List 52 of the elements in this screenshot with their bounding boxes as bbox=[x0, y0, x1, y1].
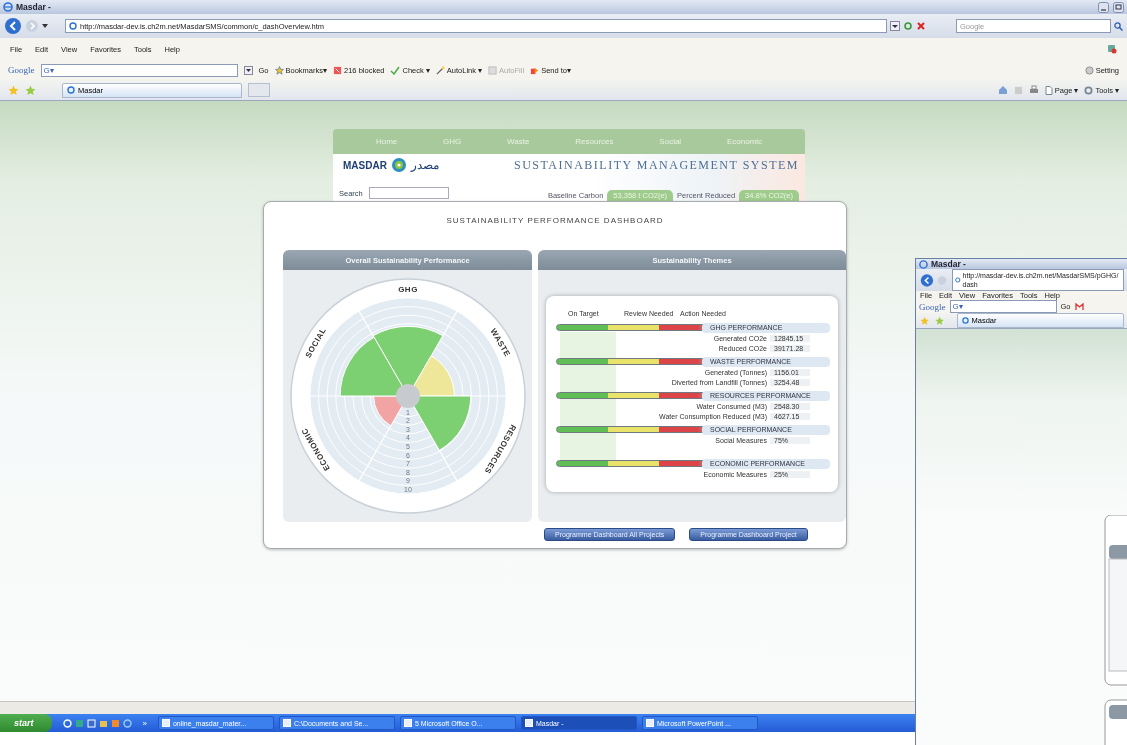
browser-icon bbox=[961, 317, 969, 324]
star-icon bbox=[274, 65, 284, 75]
back-icon[interactable] bbox=[4, 17, 22, 35]
print-icon[interactable] bbox=[1028, 85, 1039, 95]
gear-icon bbox=[1084, 85, 1094, 95]
brand-logo: MASDAR bbox=[343, 159, 387, 171]
add-favorite-icon[interactable] bbox=[935, 315, 945, 326]
logo-emblem-icon bbox=[390, 157, 407, 173]
minimize-icon[interactable] bbox=[1098, 1, 1109, 13]
settings-icon bbox=[1084, 65, 1094, 75]
toolbar-search-field[interactable]: G▾ bbox=[949, 300, 1057, 313]
page-icon bbox=[69, 22, 77, 30]
popup-blocker-icon bbox=[333, 65, 343, 75]
window-icon bbox=[524, 719, 533, 727]
chart-hub bbox=[395, 384, 420, 408]
add-favorite-icon[interactable] bbox=[25, 84, 36, 96]
window-icon bbox=[403, 719, 412, 727]
window-icon bbox=[161, 719, 170, 727]
more-button[interactable]: » bbox=[136, 718, 153, 728]
toolbar-search-field[interactable]: G▾ bbox=[40, 63, 238, 77]
dropdown-icon[interactable] bbox=[890, 21, 900, 31]
browser-icon bbox=[67, 86, 75, 94]
wand-icon bbox=[435, 65, 445, 75]
favorites-star-icon[interactable] bbox=[920, 315, 930, 326]
search-icon[interactable] bbox=[1114, 21, 1123, 31]
window-icon bbox=[645, 719, 654, 727]
browser-icon bbox=[919, 259, 928, 269]
toolbar-icon[interactable] bbox=[1107, 44, 1117, 54]
brand-logo-arabic: مصدر bbox=[410, 158, 439, 172]
toolbar-logo: Google bbox=[8, 65, 35, 75]
dropdown-icon[interactable] bbox=[243, 65, 253, 75]
restore-icon[interactable] bbox=[1113, 1, 1124, 13]
page-icon bbox=[955, 277, 961, 283]
stop-icon[interactable] bbox=[916, 21, 926, 31]
start-button[interactable]: start bbox=[0, 714, 52, 732]
browser-icon bbox=[3, 2, 13, 12]
window-icon bbox=[282, 719, 291, 727]
back-icon[interactable] bbox=[920, 272, 934, 288]
window-title: Masdar - bbox=[16, 2, 51, 12]
dashboard-title: SUSTAINABILITY PERFORMANCE DASHBOARD bbox=[445, 216, 665, 227]
site-search-field[interactable] bbox=[368, 187, 449, 199]
form-icon bbox=[488, 65, 498, 75]
dropdown-icon[interactable] bbox=[42, 23, 48, 29]
system-title: SUSTAINABILITY MANAGEMENT SYSTEM bbox=[513, 158, 799, 173]
axis-label: GHG bbox=[397, 285, 418, 294]
gmail-icon[interactable] bbox=[1074, 302, 1084, 311]
favorites-star-icon[interactable] bbox=[8, 84, 19, 96]
home-icon[interactable] bbox=[997, 85, 1008, 95]
page-icon bbox=[1044, 85, 1053, 95]
window-title: Masdar - bbox=[931, 259, 966, 269]
toolbar-logo: Google bbox=[919, 301, 946, 312]
check-icon bbox=[390, 65, 401, 75]
